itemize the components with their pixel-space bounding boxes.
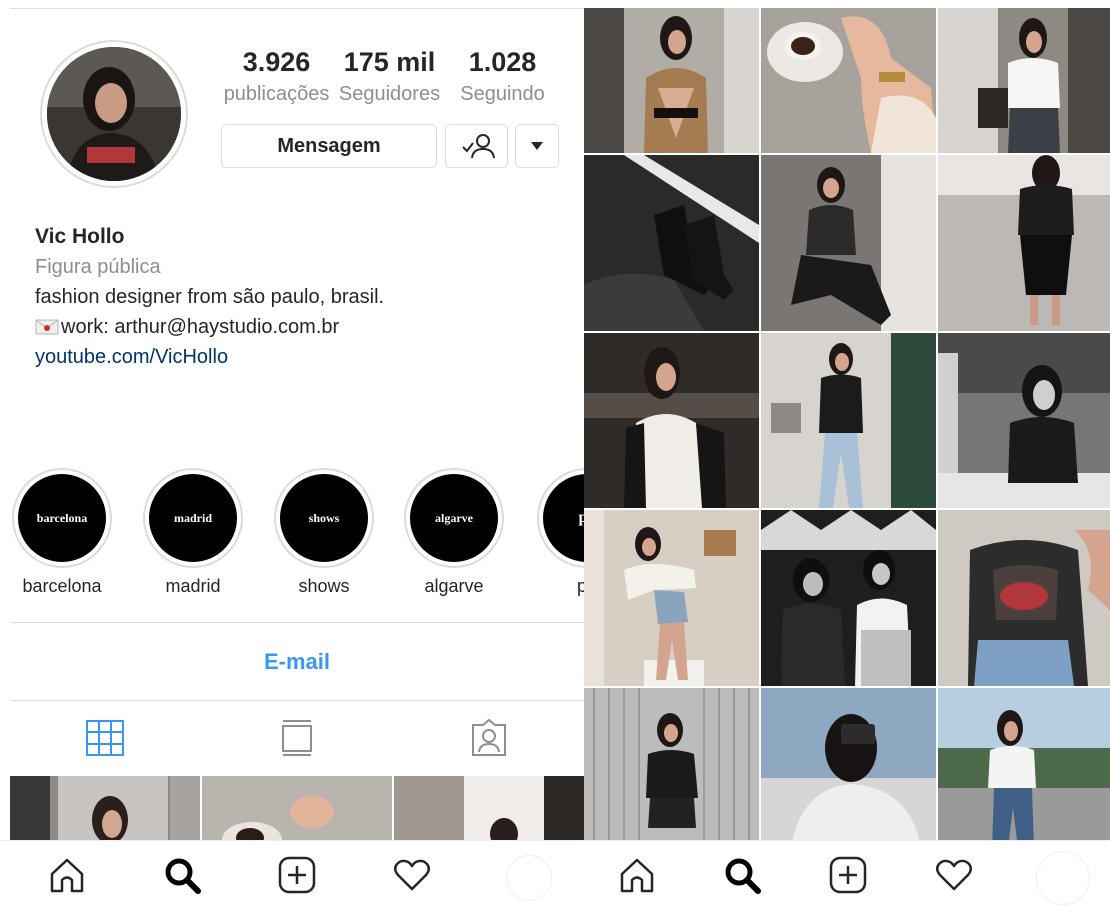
highlight-cover-text: barcelona	[18, 474, 106, 562]
avatar-photo	[47, 47, 181, 181]
stat-followers-label: Seguidores	[338, 83, 441, 105]
highlight-label: madrid	[165, 576, 221, 596]
post-thumbnail[interactable]	[761, 510, 936, 686]
highlight-label: shows	[298, 576, 350, 596]
search-icon	[165, 858, 201, 894]
nav-search[interactable]	[162, 855, 202, 895]
highlight-madrid[interactable]: madrid madrid	[143, 468, 243, 597]
profile-category: Figura pública	[35, 256, 161, 278]
post-thumbnail[interactable]	[584, 688, 759, 848]
post-thumbnail[interactable]	[584, 155, 759, 331]
igtv-icon	[282, 720, 312, 756]
highlight-cover-ring: madrid	[143, 468, 243, 568]
tagged-icon	[472, 719, 506, 756]
search-icon	[725, 858, 761, 894]
nav-search[interactable]	[722, 855, 762, 895]
post-thumbnail[interactable]	[938, 688, 1110, 848]
post-thumbnail[interactable]	[202, 776, 392, 842]
posts-grid	[584, 8, 1110, 848]
add-post-icon	[278, 856, 316, 894]
highlight-label: po	[576, 576, 584, 596]
home-icon	[620, 858, 654, 893]
post-thumbnail[interactable]	[938, 155, 1110, 331]
profile-panel: 3.926 publicações 175 mil Seguidores 1.0…	[0, 0, 584, 907]
bio-text: fashion designer from são paulo, brasil.	[35, 286, 385, 308]
post-thumbnail[interactable]	[938, 510, 1110, 686]
post-thumbnail[interactable]	[761, 155, 936, 331]
posts-grid-panel	[584, 0, 1110, 907]
grid-icon	[86, 720, 124, 756]
tab-grid[interactable]	[83, 716, 127, 760]
bio-work-line: work: arthur@haystudio.com.br	[35, 312, 575, 342]
highlight-cover-ring: algarve	[404, 468, 504, 568]
nav-profile-avatar[interactable]	[506, 855, 552, 901]
tab-tagged[interactable]	[467, 716, 511, 760]
nav-home[interactable]	[47, 855, 87, 895]
stat-following-label: Seguindo	[460, 83, 545, 105]
nav-home[interactable]	[617, 855, 657, 895]
following-button[interactable]	[445, 124, 508, 168]
highlight-po[interactable]: po po	[537, 468, 584, 597]
stat-following[interactable]: 1.028 Seguindo	[446, 44, 559, 108]
bio-work-email: work: arthur@haystudio.com.br	[61, 316, 340, 338]
heart-icon	[936, 859, 972, 891]
tab-igtv[interactable]	[275, 716, 319, 760]
bottom-navigation	[584, 840, 1110, 907]
stat-posts-count: 3.926	[242, 47, 311, 77]
triangle-down-icon	[531, 142, 543, 150]
nav-activity[interactable]	[934, 855, 974, 895]
post-thumbnail[interactable]	[584, 510, 759, 686]
highlight-label: algarve	[424, 576, 484, 596]
highlight-barcelona[interactable]: barcelona barcelona	[12, 468, 112, 597]
home-icon	[50, 858, 84, 893]
stat-posts-label: publicações	[223, 83, 330, 105]
highlight-cover-text: algarve	[410, 474, 498, 562]
nav-profile-avatar[interactable]	[1036, 851, 1090, 905]
add-post-icon	[829, 856, 867, 894]
post-thumbnail[interactable]	[761, 8, 936, 153]
divider	[10, 622, 584, 623]
highlight-cover-ring: po	[537, 468, 584, 568]
envelope-emoji-icon	[35, 319, 59, 335]
bottom-navigation	[0, 840, 584, 907]
nav-activity[interactable]	[392, 855, 432, 895]
profile-avatar[interactable]	[40, 40, 188, 188]
heart-icon	[394, 859, 430, 891]
profile-name: Vic Hollo	[35, 225, 125, 248]
post-thumbnail[interactable]	[584, 333, 759, 508]
stat-posts[interactable]: 3.926 publicações	[220, 44, 333, 108]
highlight-cover-text: shows	[280, 474, 368, 562]
suggestions-dropdown-button[interactable]	[515, 124, 559, 168]
post-thumbnail[interactable]	[761, 688, 936, 848]
post-thumbnail[interactable]	[938, 333, 1110, 508]
stat-following-count: 1.028	[468, 47, 537, 77]
profile-stats: 3.926 publicações 175 mil Seguidores 1.0…	[220, 44, 560, 108]
posts-grid-preview	[10, 776, 584, 842]
post-thumbnail[interactable]	[584, 8, 759, 153]
email-button[interactable]: E-mail	[10, 640, 584, 684]
nav-add-post[interactable]	[828, 855, 868, 895]
highlight-cover-ring: barcelona	[12, 468, 112, 568]
highlight-cover-ring: shows	[274, 468, 374, 568]
stat-followers-count: 175 mil	[343, 47, 436, 77]
post-thumbnail[interactable]	[938, 8, 1110, 153]
highlight-algarve[interactable]: algarve algarve	[404, 468, 504, 597]
nav-add-post[interactable]	[277, 855, 317, 895]
post-thumbnail[interactable]	[394, 776, 584, 842]
profile-bio: Vic Hollo Figura pública fashion designe…	[35, 222, 575, 372]
followed-user-icon	[461, 134, 495, 159]
post-thumbnail[interactable]	[761, 333, 936, 508]
highlight-cover-text: po	[543, 474, 584, 562]
divider	[10, 700, 584, 701]
story-highlights: barcelona barcelona madrid madrid shows …	[10, 468, 584, 608]
divider	[10, 8, 584, 9]
post-thumbnail[interactable]	[10, 776, 200, 842]
stat-followers[interactable]: 175 mil Seguidores	[333, 44, 446, 108]
highlight-label: barcelona	[22, 576, 102, 596]
message-button[interactable]: Mensagem	[221, 124, 437, 168]
highlight-cover-text: madrid	[149, 474, 237, 562]
profile-website-link[interactable]: youtube.com/VicHollo	[35, 342, 575, 372]
highlight-shows[interactable]: shows shows	[274, 468, 374, 597]
